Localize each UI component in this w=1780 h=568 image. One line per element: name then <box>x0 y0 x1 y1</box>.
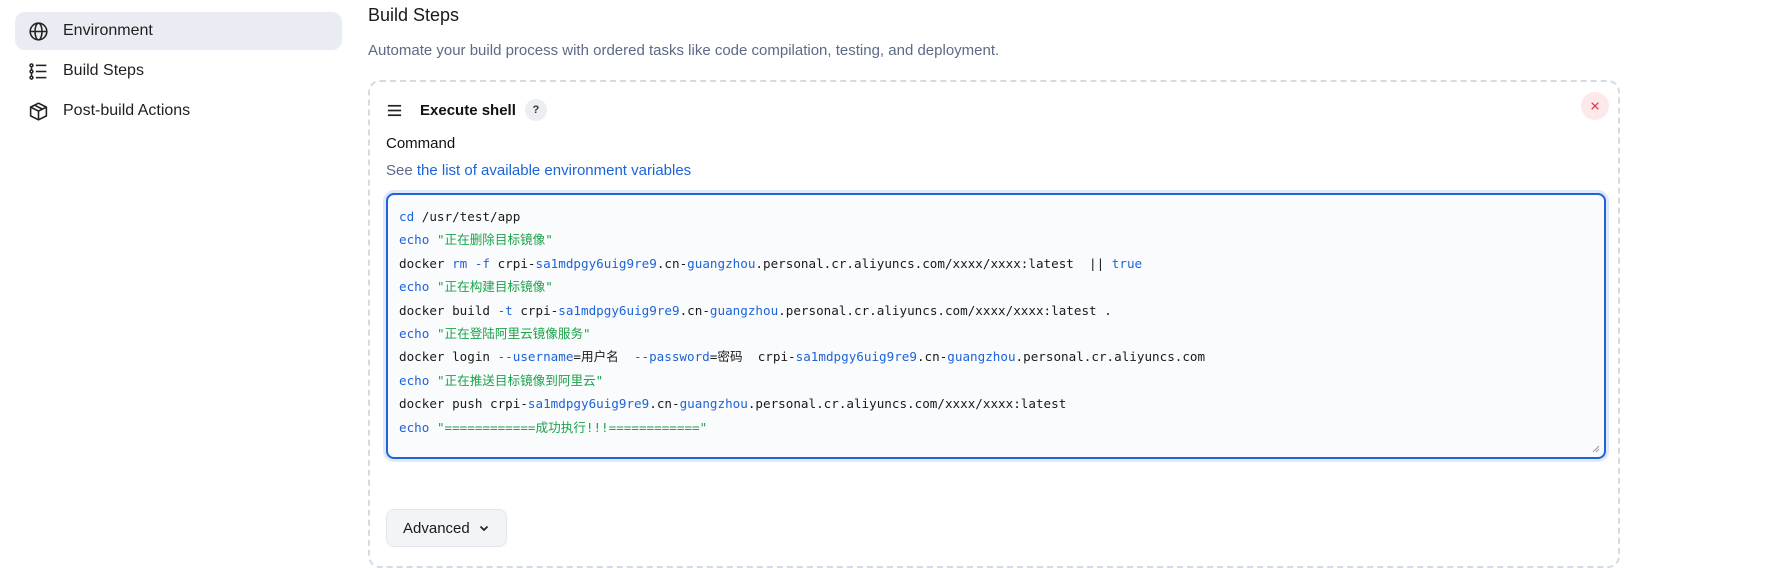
code-token: =用户名 <box>573 349 634 365</box>
list-icon <box>27 60 49 82</box>
chevron-down-icon <box>478 522 490 534</box>
code-token: "正在构建目标镜像" <box>436 279 553 295</box>
step-header: Execute shell ? <box>386 96 547 124</box>
code-token: .cn- <box>679 302 710 318</box>
environment-variables-link[interactable]: the list of available environment variab… <box>417 162 691 179</box>
code-token: docker <box>399 255 453 271</box>
code-token: crpi- <box>512 302 559 318</box>
code-token: --username <box>497 349 574 365</box>
help-button[interactable]: ? <box>524 99 547 121</box>
sidebar-item-label: Build Steps <box>63 62 144 79</box>
code-token: .personal.cr.aliyuncs.com/xxxx/xxxx:late… <box>747 396 1067 412</box>
code-token: cd <box>399 209 415 224</box>
section-description: Automate your build process with ordered… <box>368 42 1000 59</box>
execute-shell-step-card: Execute shell ? Command See the list of … <box>368 80 1620 568</box>
command-help: See the list of available environment va… <box>386 162 691 179</box>
code-line: docker build -t crpi-sa1mdpgy6uig9re9.cn… <box>399 299 1205 322</box>
code-token: .personal.cr.aliyuncs.com <box>1015 349 1206 365</box>
advanced-button[interactable]: Advanced <box>386 509 507 547</box>
close-icon <box>1591 102 1599 110</box>
code-line: echo "正在推送目标镜像到阿里云" <box>399 369 1205 392</box>
code-token: sa1mdpgy6uig9re9 <box>535 255 657 271</box>
code-token: guangzhou <box>709 302 779 318</box>
code-token: docker build <box>399 302 498 318</box>
advanced-label: Advanced <box>403 519 470 537</box>
code-token: "============成功执行!!!============" <box>436 419 708 435</box>
code-token: .cn- <box>916 349 948 365</box>
sidebar: Environment Build Steps Post-build Actio… <box>15 12 342 132</box>
code-token: /usr/test/app <box>414 209 521 224</box>
drag-handle-icon[interactable] <box>386 101 404 119</box>
command-code: cd /usr/test/app echo "正在删除目标镜像" docker rm… <box>399 205 1205 439</box>
command-textarea[interactable]: cd /usr/test/app echo "正在删除目标镜像" docker rm… <box>386 193 1606 459</box>
code-token: .cn- <box>656 255 688 271</box>
code-token: docker login <box>399 349 498 365</box>
code-token: "正在推送目标镜像到阿里云" <box>436 372 604 388</box>
command-label: Command <box>386 135 456 152</box>
code-line: docker login --username=用户名 --password=密… <box>399 345 1205 368</box>
code-token: rm -f <box>452 255 490 271</box>
sidebar-item-label: Post-build Actions <box>63 102 191 119</box>
package-icon <box>27 100 49 122</box>
code-token: .cn- <box>649 396 680 412</box>
code-token: -t <box>497 302 513 318</box>
code-line: echo "============成功执行!!!============" <box>399 416 1205 439</box>
code-token: true <box>1111 255 1143 271</box>
code-token: .personal.cr.aliyuncs.com/xxxx/xxxx:late… <box>755 255 1112 271</box>
sidebar-item-label: Environment <box>63 22 153 39</box>
code-token: sa1mdpgy6uig9re9 <box>527 396 650 412</box>
resize-grip-icon[interactable] <box>1590 443 1600 453</box>
delete-step-button[interactable] <box>1581 92 1609 120</box>
code-token: sa1mdpgy6uig9re9 <box>795 349 917 365</box>
code-token: guangzhou <box>687 255 756 271</box>
code-token: guangzhou <box>679 396 748 412</box>
code-token: docker push crpi- <box>399 396 528 412</box>
code-line: cd /usr/test/app <box>399 205 1205 228</box>
code-line: echo "正在登陆阿里云镜像服务" <box>399 322 1205 345</box>
sidebar-item-environment[interactable]: Environment <box>15 12 342 50</box>
code-token: echo <box>399 419 430 435</box>
sidebar-item-post-build-actions[interactable]: Post-build Actions <box>15 92 342 130</box>
code-token: echo <box>399 372 430 388</box>
code-token: .personal.cr.aliyuncs.com/xxxx/xxxx:late… <box>778 302 1112 318</box>
code-token: guangzhou <box>947 349 1016 365</box>
code-token: "正在删除目标镜像" <box>436 232 553 248</box>
section-title: Build Steps <box>368 5 460 25</box>
code-line: echo "正在删除目标镜像" <box>399 228 1205 251</box>
code-line: docker push crpi-sa1mdpgy6uig9re9.cn-gua… <box>399 392 1205 415</box>
help-prefix: See <box>386 162 417 179</box>
code-line: docker rm -f crpi-sa1mdpgy6uig9re9.cn-gu… <box>399 252 1205 275</box>
globe-icon <box>27 20 49 42</box>
code-token: echo <box>399 326 430 342</box>
code-token: echo <box>399 232 430 248</box>
code-token: =密码 crpi- <box>709 349 796 365</box>
sidebar-item-build-steps[interactable]: Build Steps <box>15 52 342 90</box>
step-title: Execute shell <box>420 101 516 119</box>
code-token: echo <box>399 279 430 295</box>
code-line: echo "正在构建目标镜像" <box>399 275 1205 298</box>
code-token: --password <box>633 349 710 365</box>
code-token: crpi- <box>490 255 536 271</box>
code-token: "正在登陆阿里云镜像服务" <box>436 326 591 342</box>
code-token: sa1mdpgy6uig9re9 <box>558 302 680 318</box>
